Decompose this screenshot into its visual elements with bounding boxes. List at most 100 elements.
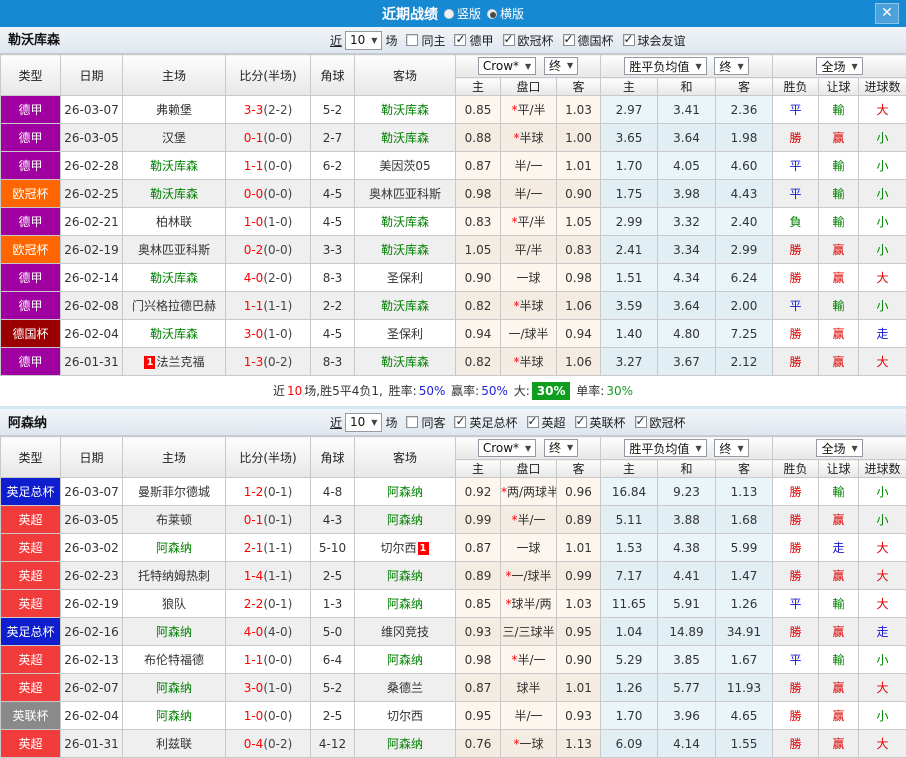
- same-home-checkbox[interactable]: [406, 34, 418, 46]
- handicap-line: *半球: [501, 292, 557, 320]
- draw-odds: 14.89: [658, 618, 716, 646]
- handicap-line: *半/一: [501, 506, 557, 534]
- avg-odds-value: 胜平负均值: [629, 58, 689, 75]
- lose-odds: 1.67: [716, 646, 773, 674]
- handicap-result: 赢: [819, 674, 859, 702]
- lose-odds: 5.99: [716, 534, 773, 562]
- handicap-odds-home: 0.93: [456, 618, 501, 646]
- league-checkbox-fa-cup[interactable]: [454, 416, 466, 428]
- bookmaker-select[interactable]: Crow*: [478, 57, 536, 75]
- league-badge: 英足总杯: [1, 618, 61, 646]
- col-handicap: 盘口: [501, 78, 557, 96]
- col-odds-away: 客: [557, 78, 601, 96]
- draw-odds: 4.41: [658, 562, 716, 590]
- away-team: 阿森纳: [355, 478, 456, 506]
- halftime-score: (1-0): [263, 215, 292, 229]
- match-result: 勝: [773, 562, 819, 590]
- league-badge: 德甲: [1, 96, 61, 124]
- col-win: 主: [601, 460, 658, 478]
- league-checkbox-ucl[interactable]: [503, 34, 515, 46]
- score-cell: 1-0(0-0): [226, 702, 311, 730]
- fulltime-score: 1-2: [244, 485, 264, 499]
- league-checkbox-ucl[interactable]: [635, 416, 647, 428]
- avg-odds-select[interactable]: 胜平负均值: [624, 439, 706, 457]
- handicap-result: 輸: [819, 292, 859, 320]
- bookmaker-select[interactable]: Crow*: [478, 439, 536, 457]
- handicap-result: 赢: [819, 506, 859, 534]
- summary-segment: 30%: [606, 384, 633, 398]
- odds-time-value: 终: [549, 57, 561, 74]
- games-count-select[interactable]: 10: [345, 413, 382, 432]
- handicap-result: 赢: [819, 236, 859, 264]
- league-checkbox-bundesliga[interactable]: [454, 34, 466, 46]
- league-checkbox-epl[interactable]: [527, 416, 539, 428]
- league-checkbox-efl-cup[interactable]: [575, 416, 587, 428]
- same-away-checkbox[interactable]: [406, 416, 418, 428]
- league-checkbox-dfb-pokal[interactable]: [563, 34, 575, 46]
- draw-odds: 3.64: [658, 292, 716, 320]
- handicap-line: *平/半: [501, 96, 557, 124]
- home-team: 托特纳姆热刺: [123, 562, 226, 590]
- lose-odds: 34.91: [716, 618, 773, 646]
- layout-vertical-radio[interactable]: 竖版: [444, 5, 481, 22]
- team-label: 阿森纳: [387, 513, 423, 527]
- fulltime-select[interactable]: 全场: [816, 57, 862, 75]
- home-team: 勒沃库森: [123, 320, 226, 348]
- games-suffix-label: 场: [385, 414, 397, 431]
- radio-unchecked-icon: [444, 9, 454, 19]
- fulltime-select[interactable]: 全场: [816, 439, 862, 457]
- close-button[interactable]: ✕: [875, 3, 899, 24]
- home-team: 汉堡: [123, 124, 226, 152]
- games-count-value: 10: [350, 33, 365, 47]
- draw-odds: 3.32: [658, 208, 716, 236]
- handicap-odds-away: 1.03: [557, 590, 601, 618]
- fulltime-score: 0-4: [244, 737, 264, 751]
- team-label: 阿森纳: [156, 709, 192, 723]
- goals-result: 大: [859, 730, 906, 758]
- avg-time-select[interactable]: 终: [714, 439, 748, 457]
- table-row: 欧冠杯26-02-19奥林匹亚科斯0-2(0-0)3-3勒沃库森1.05平/半0…: [1, 236, 906, 264]
- handicap-odds-away: 0.98: [557, 264, 601, 292]
- col-date: 日期: [61, 437, 123, 478]
- goals-result: 小: [859, 236, 906, 264]
- score-cell: 1-3(0-2): [226, 348, 311, 376]
- goals-result: 小: [859, 152, 906, 180]
- halftime-score: (0-1): [263, 485, 292, 499]
- avg-time-select[interactable]: 终: [714, 57, 748, 75]
- handicap-odds-home: 0.76: [456, 730, 501, 758]
- odds-time-select[interactable]: 终: [544, 57, 578, 75]
- match-date: 26-02-25: [61, 180, 123, 208]
- match-date: 26-02-21: [61, 208, 123, 236]
- lose-odds: 4.43: [716, 180, 773, 208]
- summary-segment: 30%: [532, 382, 571, 400]
- fulltime-score: 0-1: [244, 131, 264, 145]
- team-label: 勒沃库森: [150, 327, 198, 341]
- league-checkbox-friendly[interactable]: [623, 34, 635, 46]
- team-label: 阿森纳: [156, 681, 192, 695]
- titlebar: 近期战绩 竖版 横版 ✕: [0, 0, 906, 27]
- col-type: 类型: [1, 437, 61, 478]
- odds-time-select[interactable]: 终: [544, 439, 578, 457]
- win-odds: 6.09: [601, 730, 658, 758]
- handicap-result: 赢: [819, 124, 859, 152]
- table-row: 德甲26-02-08门兴格拉德巴赫1-1(1-1)2-2勒沃库森0.82*半球1…: [1, 292, 906, 320]
- draw-odds: 4.14: [658, 730, 716, 758]
- layout-horizontal-radio[interactable]: 横版: [487, 5, 524, 22]
- score-cell: 1-2(0-1): [226, 478, 311, 506]
- corner-score: 2-5: [311, 562, 355, 590]
- handicap-result: 輸: [819, 208, 859, 236]
- match-result: 勝: [773, 124, 819, 152]
- avg-odds-select[interactable]: 胜平负均值: [624, 57, 706, 75]
- lose-odds: 1.47: [716, 562, 773, 590]
- match-result: 平: [773, 646, 819, 674]
- col-home: 主场: [123, 437, 226, 478]
- games-count-select[interactable]: 10: [345, 31, 382, 50]
- col-type: 类型: [1, 55, 61, 96]
- table-row: 英联杯26-02-04阿森纳1-0(0-0)2-5切尔西0.95半/一0.931…: [1, 702, 906, 730]
- team-label: 奥林匹亚科斯: [138, 243, 210, 257]
- handicap-odds-home: 0.83: [456, 208, 501, 236]
- recent-results-panel: 近期战绩 竖版 横版 ✕ 勒沃库森 近 10 场 同主 德甲: [0, 0, 906, 758]
- halftime-score: (1-1): [263, 541, 292, 555]
- handicap-result: 赢: [819, 730, 859, 758]
- match-date: 26-03-05: [61, 506, 123, 534]
